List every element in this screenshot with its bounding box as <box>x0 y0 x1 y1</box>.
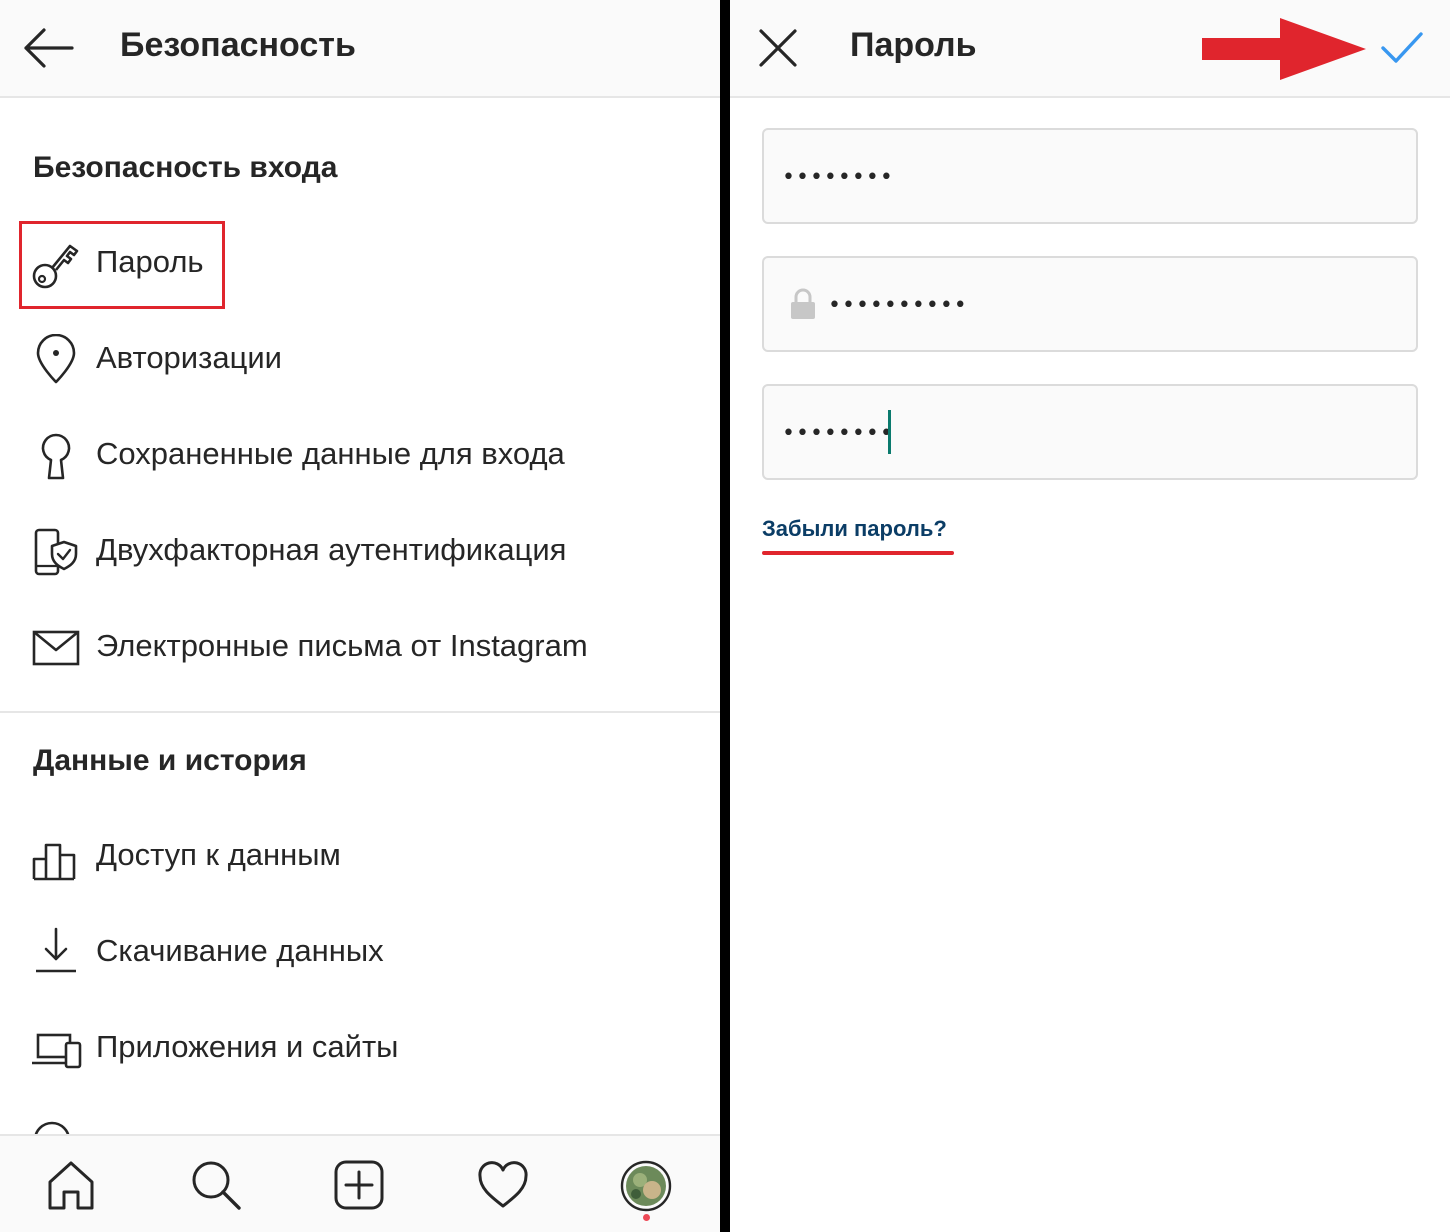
menu-item-label: Авторизации <box>96 340 282 375</box>
lock-icon <box>791 288 815 319</box>
section-divider <box>0 711 720 713</box>
bottom-navigation <box>0 1134 720 1232</box>
keyhole-icon <box>41 433 71 480</box>
menu-item-password[interactable]: Пароль <box>28 228 688 298</box>
menu-item-label: Сохраненные данные для входа <box>96 436 565 471</box>
forgot-password-link[interactable]: Забыли пароль? <box>762 516 947 542</box>
location-pin-icon <box>36 334 76 384</box>
menu-item-saved-login[interactable]: Сохраненные данные для входа <box>28 420 688 490</box>
checkmark-icon[interactable] <box>1380 30 1424 66</box>
text-cursor <box>888 410 891 454</box>
password-screen: Пароль Забыли пароль? <box>730 0 1450 1232</box>
menu-item-instagram-emails[interactable]: Электронные письма от Instagram <box>28 612 688 682</box>
devices-icon <box>32 1033 82 1069</box>
profile-avatar[interactable] <box>620 1160 672 1212</box>
section-title-data-history: Данные и история <box>33 744 307 777</box>
phone-shield-icon <box>34 528 78 576</box>
arrow-left-icon[interactable] <box>22 26 74 70</box>
heart-icon[interactable] <box>476 1158 530 1212</box>
bar-chart-icon <box>32 843 76 881</box>
annotation-arrow <box>1202 18 1366 80</box>
new-password-field <box>762 256 1418 352</box>
menu-item-label: Скачивание данных <box>96 933 384 968</box>
menu-item-apps-websites[interactable]: Приложения и сайты <box>28 1013 688 1083</box>
menu-item-authorizations[interactable]: Авторизации <box>28 324 688 394</box>
page-title: Безопасность <box>120 26 356 64</box>
forgot-password-underline <box>762 551 954 555</box>
mail-icon <box>32 630 80 666</box>
key-icon <box>32 244 79 289</box>
confirm-password-field <box>762 384 1418 480</box>
new-password-input[interactable] <box>826 282 1390 328</box>
current-password-input[interactable] <box>780 154 1384 200</box>
menu-item-label: Электронные письма от Instagram <box>96 628 588 663</box>
page-title: Пароль <box>850 26 977 64</box>
close-icon[interactable] <box>758 28 798 68</box>
download-icon <box>36 927 76 973</box>
menu-item-label: Доступ к данным <box>96 837 341 872</box>
security-screen: Безопасность Безопасность входа Пароль А… <box>0 0 720 1232</box>
menu-item-download-data[interactable]: Скачивание данных <box>28 917 688 987</box>
home-icon[interactable] <box>44 1158 98 1212</box>
menu-item-label: Пароль <box>96 244 204 279</box>
menu-item-two-factor[interactable]: Двухфакторная аутентификация <box>28 516 688 586</box>
section-title-login-security: Безопасность входа <box>33 151 338 184</box>
notification-dot <box>643 1214 650 1221</box>
menu-item-label: Приложения и сайты <box>96 1029 399 1064</box>
password-header: Пароль <box>730 0 1450 98</box>
security-header: Безопасность <box>0 0 720 98</box>
menu-item-data-access[interactable]: Доступ к данным <box>28 821 688 891</box>
screen-divider <box>720 0 730 1232</box>
menu-item-label: Двухфакторная аутентификация <box>96 532 567 567</box>
current-password-field <box>762 128 1418 224</box>
confirm-password-input[interactable] <box>780 410 892 456</box>
new-post-icon[interactable] <box>332 1158 386 1212</box>
search-icon[interactable] <box>189 1158 243 1212</box>
